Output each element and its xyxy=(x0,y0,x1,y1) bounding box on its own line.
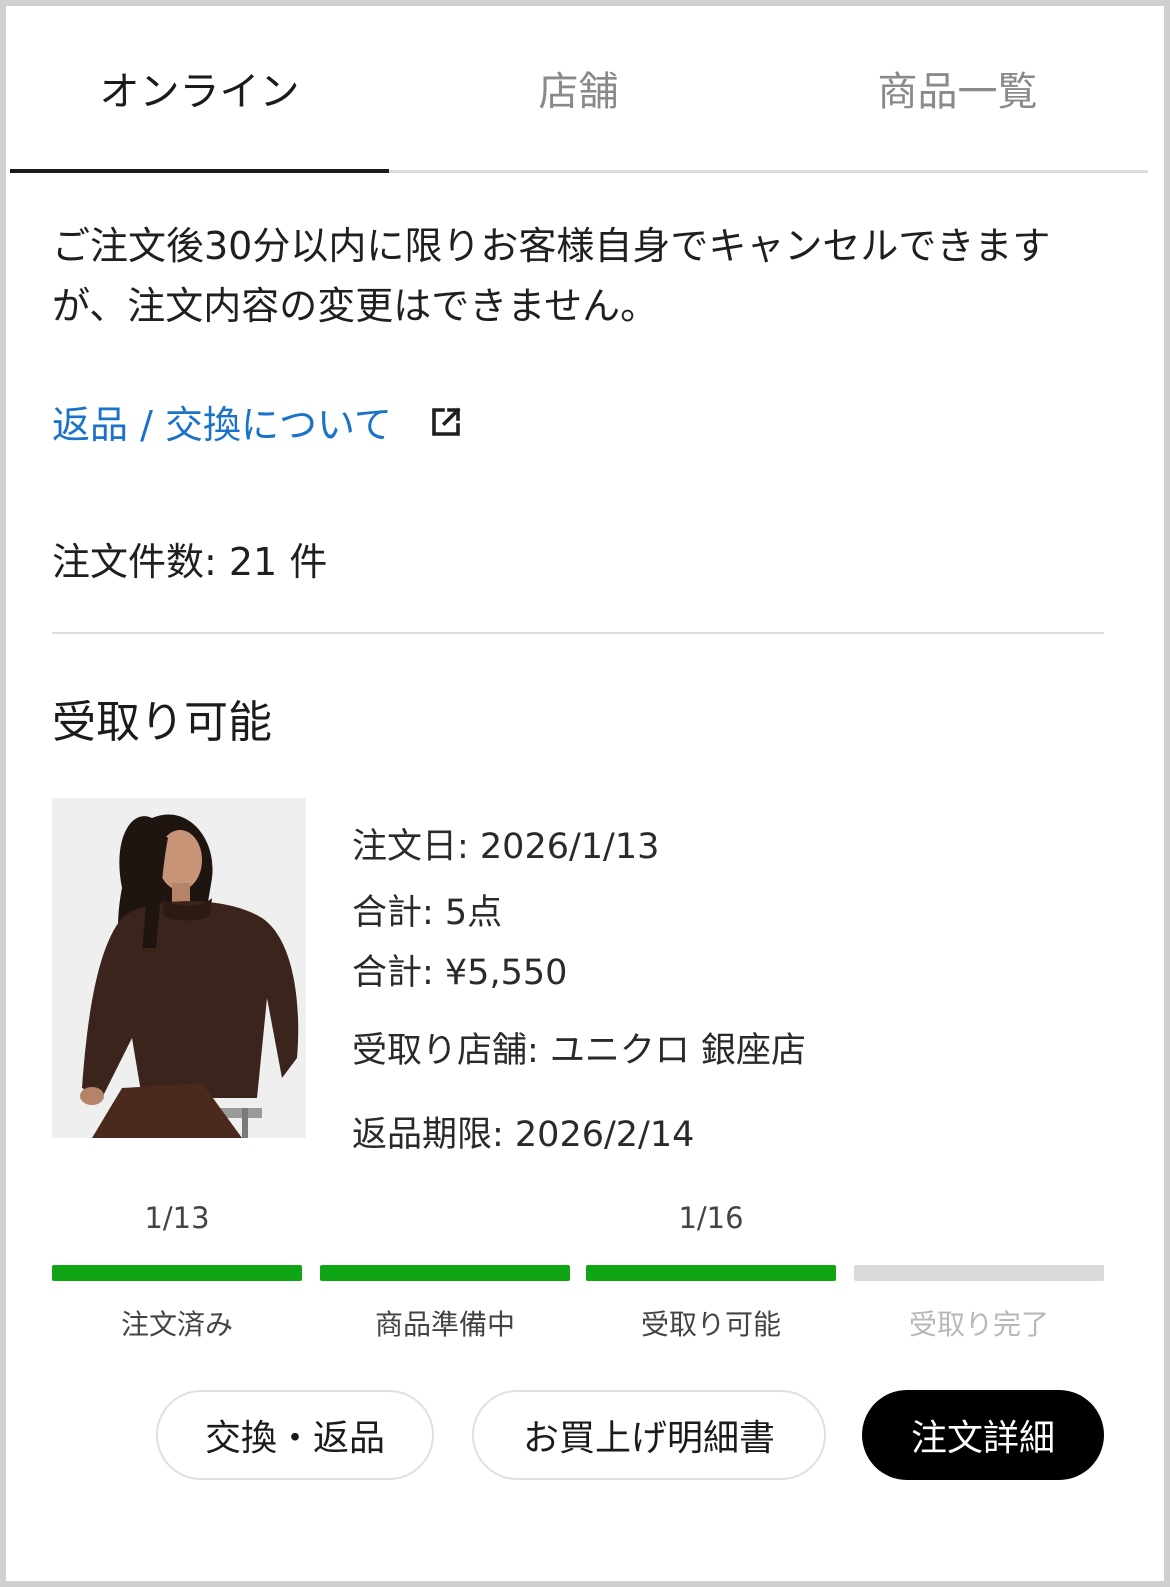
progress-bar xyxy=(586,1265,836,1281)
order-count: 注文件数: 21 件 xyxy=(52,540,328,584)
progress-bar xyxy=(320,1265,570,1281)
return-exchange-link-label: 返品 / 交換について xyxy=(52,403,392,447)
product-thumbnail[interactable] xyxy=(52,798,306,1138)
order-date: 注文日: 2026/1/13 xyxy=(352,827,660,867)
progress-step-preparing: 商品準備中 xyxy=(320,1201,570,1351)
tab-store[interactable]: 店舗 xyxy=(389,6,768,170)
progress-bar xyxy=(52,1265,302,1281)
progress-step-label: 受取り可能 xyxy=(640,1308,781,1341)
divider xyxy=(52,632,1104,634)
pickup-store: 受取り店舗: ユニクロ 銀座店 xyxy=(352,1031,807,1071)
progress-step-date: 1/13 xyxy=(144,1201,210,1235)
progress-step-date: 1/16 xyxy=(678,1201,744,1235)
order-quantity: 合計: 5点 xyxy=(352,893,503,933)
order-total: 合計: ¥5,550 xyxy=(352,953,568,993)
progress-step-ready: 1/16 受取り可能 xyxy=(586,1201,836,1351)
progress-step-label: 受取り完了 xyxy=(908,1308,1049,1341)
return-deadline: 返品期限: 2026/2/14 xyxy=(352,1115,695,1155)
progress-step-completed: 受取り完了 xyxy=(854,1201,1104,1351)
tab-online[interactable]: オンライン xyxy=(10,6,389,173)
cancel-notice: ご注文後30分以内に限りお客様自身でキャンセルできますが、注文内容の変更はできま… xyxy=(52,224,1051,328)
progress-step-label: 商品準備中 xyxy=(374,1308,515,1341)
order-progress: 1/13 注文済み 商品準備中 1/16 受取り可能 受取り完了 xyxy=(52,1201,1104,1351)
order-detail-button[interactable]: 注文詳細 xyxy=(862,1390,1104,1480)
tab-product-list[interactable]: 商品一覧 xyxy=(768,6,1147,170)
tab-bar: オンライン 店舗 商品一覧 xyxy=(10,6,1148,173)
external-link-icon xyxy=(432,406,461,436)
return-exchange-link[interactable]: 返品 / 交換について xyxy=(52,394,464,449)
product-photo xyxy=(52,798,306,1138)
progress-step-ordered: 1/13 注文済み xyxy=(52,1201,302,1351)
receipt-button[interactable]: お買上げ明細書 xyxy=(472,1390,826,1480)
order-card: オンライン 店舗 商品一覧 ご注文後30分以内に限りお客様自身でキャンセルできま… xyxy=(0,0,1170,1587)
section-title: 受取り可能 xyxy=(52,697,272,748)
exchange-return-button[interactable]: 交換・返品 xyxy=(156,1390,434,1480)
progress-bar xyxy=(854,1265,1104,1281)
progress-step-label: 注文済み xyxy=(120,1308,233,1341)
